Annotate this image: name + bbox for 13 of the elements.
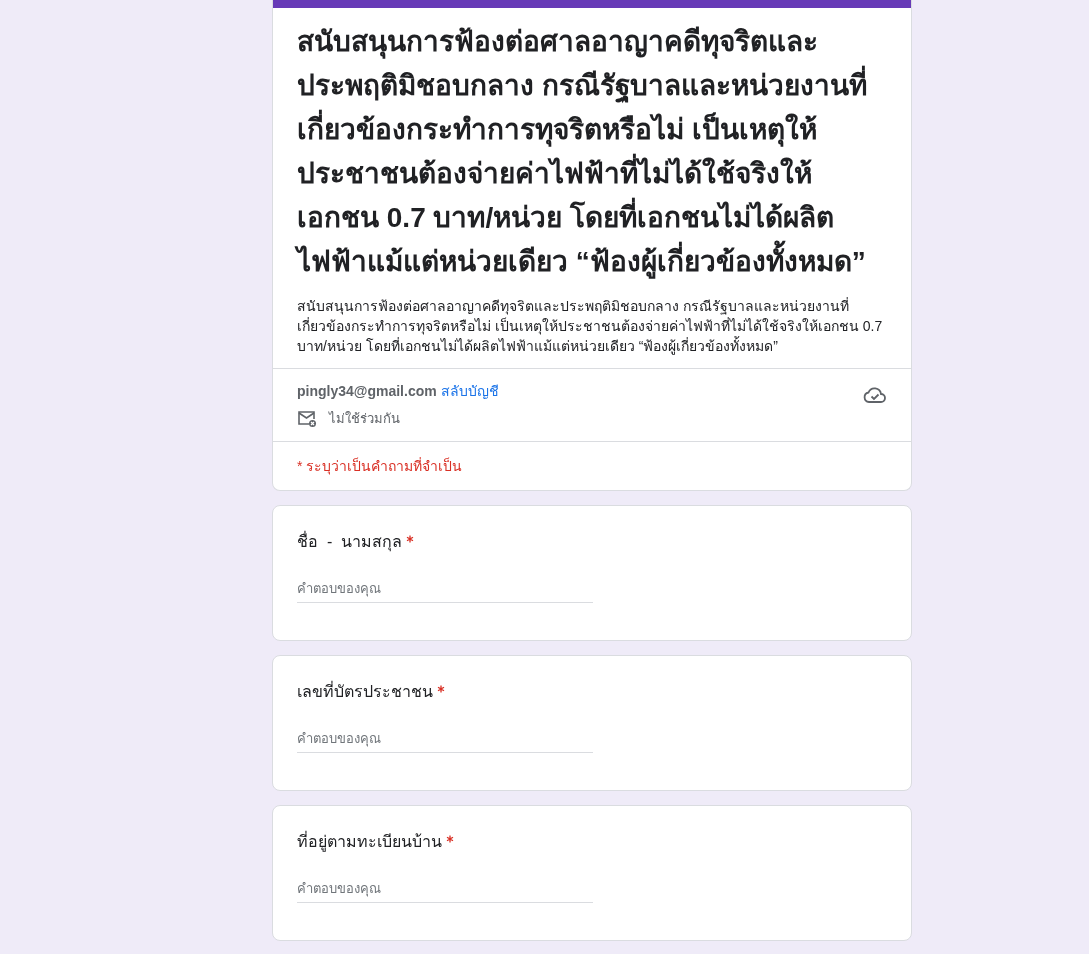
answer-field[interactable]: คำตอบของคุณ xyxy=(297,878,593,903)
answer-field[interactable]: คำตอบของคุณ xyxy=(297,728,593,753)
form-description: สนับสนุนการฟ้องต่อศาลอาญาคดีทุจริตและประพฤติมิชอบกลาง กรณีรัฐบาลและหน่วยงานที่เกี่ยวข้องกระทำการทุจริตหรือไม่ เป็นเหตุให้ประชาชนต้องจ่ายค่าไฟฟ้าที่ไม่ได้ใช้จริงให้เอกชน 0.7 บาท/หน่วย โดยที่เอกชนไม่ได้ผลิตไฟฟ้าแม้แต่หน่วยเดียว “ฟ้องผู้เกี่ยวข้องทั้งหมด” xyxy=(297,296,884,356)
question-label: เลขที่บัตรประชาชน xyxy=(297,680,433,702)
cloud-check-icon xyxy=(863,385,887,405)
question-label: ที่อยู่ตามทะเบียนบ้าน xyxy=(297,830,442,854)
required-note: * ระบุว่าเป็นคำถามที่จำเป็น xyxy=(297,457,463,474)
sharing-note: ไม่ใช้ร่วมกัน xyxy=(329,410,400,428)
mail-blocked-icon xyxy=(297,409,317,428)
switch-account-link[interactable]: สลับบัญชี xyxy=(440,381,499,401)
answer-field[interactable]: คำตอบของคุณ xyxy=(297,578,593,603)
account-email: pingly34@gmail.com xyxy=(297,382,437,401)
question-label: ชื่อ - นามสกุล xyxy=(297,530,403,554)
